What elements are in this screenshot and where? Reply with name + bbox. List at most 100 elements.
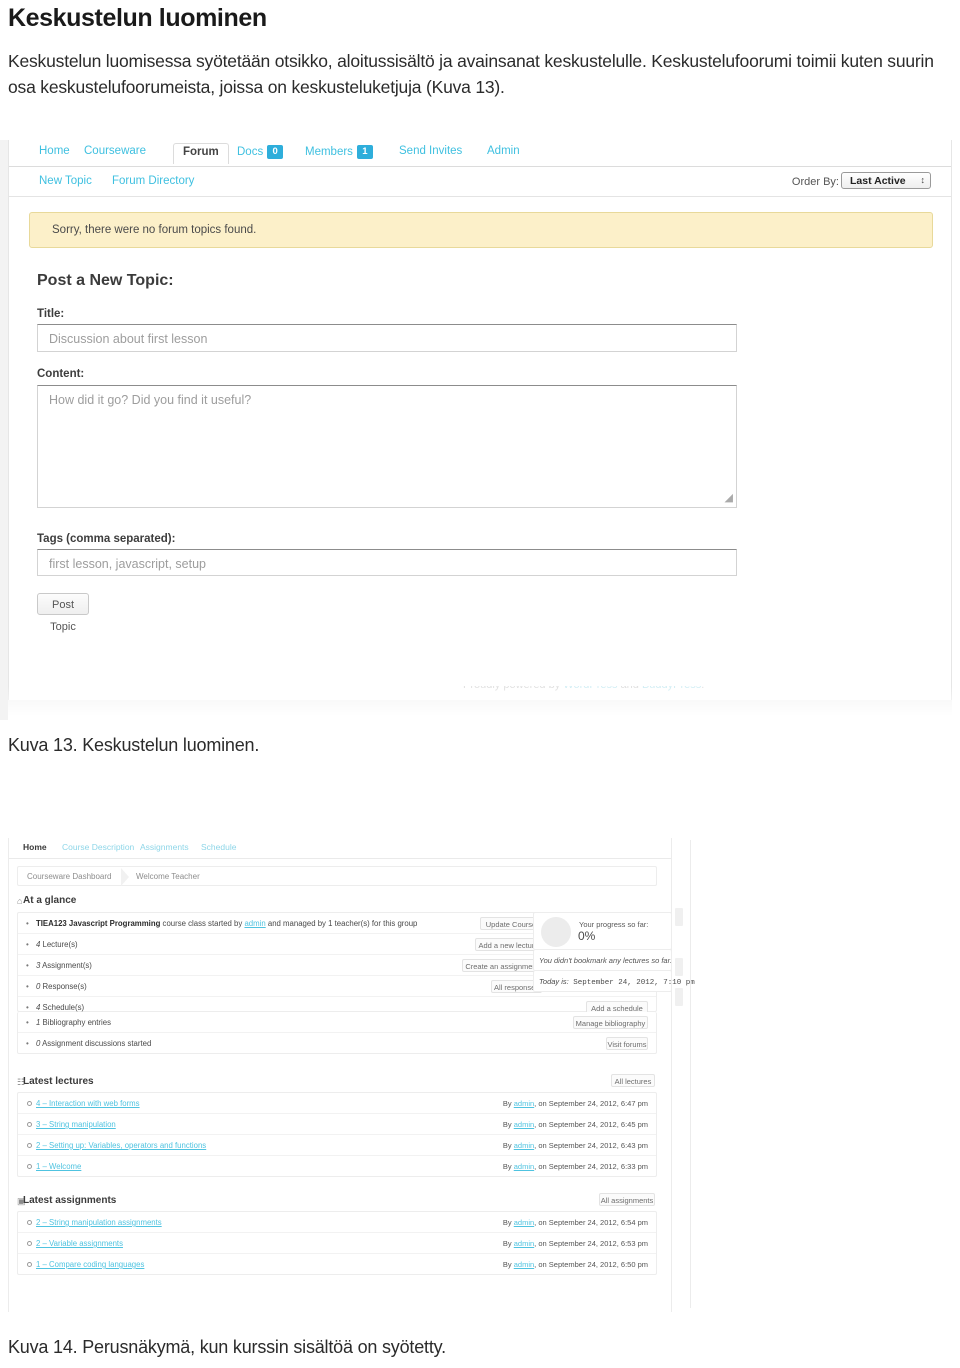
today-label: Today is:: [539, 977, 569, 986]
add-new-lecture-button[interactable]: Add a new lecture: [475, 938, 542, 951]
footer-prefix: Proudly powered by: [463, 686, 563, 691]
lecture-link[interactable]: 3 – String manipulation: [36, 1120, 116, 1129]
tab-course-description[interactable]: Course Description: [62, 842, 134, 852]
tab-members[interactable]: Members 1: [305, 145, 373, 159]
tab-send-invites[interactable]: Send Invites: [399, 145, 462, 157]
author-link[interactable]: admin: [514, 1162, 534, 1171]
tags-field-label: Tags (comma separated):: [37, 533, 176, 545]
post-topic-button[interactable]: Post Topic: [37, 593, 89, 633]
bullet-icon: •: [26, 1039, 29, 1048]
clipped-widget-stub: [675, 908, 683, 926]
resize-handle-icon[interactable]: ◢: [725, 491, 733, 504]
order-by-select[interactable]: Last Active: [841, 172, 931, 189]
order-by-label: Order By:: [791, 176, 839, 188]
lecture-link[interactable]: 2 – Setting up: Variables, operators and…: [36, 1141, 206, 1150]
author-link[interactable]: admin: [514, 1120, 534, 1129]
buddypress-link[interactable]: BuddyPress: [642, 686, 701, 691]
assignment-meta: By admin, on September 24, 2012, 6:54 pm: [502, 1218, 648, 1227]
progress-ring-icon: [541, 917, 571, 947]
tab-schedule[interactable]: Schedule: [201, 842, 236, 852]
glance-row-responses-text: 0 Response(s): [36, 982, 87, 991]
assignment-link[interactable]: 2 – Variable assignments: [36, 1239, 123, 1248]
footer-suffix: .: [701, 686, 704, 691]
lecture-meta: By admin, on September 24, 2012, 6:45 pm: [502, 1120, 648, 1129]
circle-bullet-icon: [27, 1122, 32, 1127]
bullet-icon: •: [26, 961, 29, 970]
breadcrumb-separator-icon: [121, 868, 129, 886]
create-assignment-button[interactable]: Create an assignment: [462, 959, 542, 972]
tab-docs[interactable]: Docs 0: [237, 145, 284, 159]
assignment-meta: By admin, on September 24, 2012, 6:53 pm: [502, 1239, 648, 1248]
author-link[interactable]: admin: [514, 1099, 534, 1108]
list-item[interactable]: 2 – Variable assignments By admin, on Se…: [18, 1233, 656, 1254]
tags-input-placeholder: first lesson, javascript, setup: [49, 557, 207, 571]
list-item[interactable]: 2 – Setting up: Variables, operators and…: [18, 1135, 656, 1156]
docs-count-badge: 0: [267, 145, 284, 159]
figure-13-forum-screenshot: Home Courseware Forum Docs 0 Members 1 Sen…: [0, 140, 952, 720]
tab-home[interactable]: Home: [39, 145, 70, 157]
members-count-badge: 1: [356, 145, 373, 159]
powered-by-footer: Proudly powered by WordPress and BuddyPr…: [463, 686, 704, 691]
today-date-panel: Today is: September 24, 2012, 7:10 pm: [533, 971, 695, 992]
list-item[interactable]: 1 – Compare coding languages By admin, o…: [18, 1254, 656, 1275]
bullet-icon: •: [26, 919, 29, 928]
breadcrumb: Courseware Dashboard Welcome Teacher: [17, 866, 657, 886]
page-right-edge: [690, 840, 691, 1308]
lecture-link[interactable]: 4 – Interaction with web forms: [36, 1099, 140, 1108]
clipped-widget-stub: [675, 988, 683, 1006]
figure-14-dashboard-screenshot: Home Course Description Assignments Sche…: [0, 830, 700, 1320]
progress-value: 0%: [578, 929, 596, 943]
list-item[interactable]: 1 – Welcome By admin, on September 24, 2…: [18, 1156, 656, 1177]
tags-input[interactable]: first lesson, javascript, setup: [37, 549, 737, 576]
chevron-updown-icon[interactable]: ↕: [921, 172, 926, 189]
tab-courseware[interactable]: Courseware: [84, 145, 146, 157]
breadcrumb-item-dashboard[interactable]: Courseware Dashboard: [27, 872, 112, 881]
tab-home[interactable]: Home: [23, 842, 47, 852]
author-link[interactable]: admin: [514, 1218, 534, 1227]
course-author-link[interactable]: admin: [244, 919, 265, 928]
subnav-new-topic[interactable]: New Topic: [39, 175, 92, 187]
content-field-label: Content:: [37, 368, 85, 380]
title-input[interactable]: Discussion about first lesson: [37, 324, 737, 352]
lecture-link[interactable]: 1 – Welcome: [36, 1162, 81, 1171]
circle-bullet-icon: [27, 1101, 32, 1106]
progress-panel: Your progress so far: 0%: [533, 912, 672, 950]
assignment-link[interactable]: 1 – Compare coding languages: [36, 1260, 144, 1269]
body-paragraph: Keskustelun luomisessa syötetään otsikko…: [8, 51, 934, 97]
author-link[interactable]: admin: [514, 1141, 534, 1150]
figure-14-caption: Kuva 14. Perusnäkymä, kun kurssin sisält…: [8, 1337, 446, 1357]
list-item[interactable]: 2 – String manipulation assignments By a…: [18, 1212, 656, 1233]
progress-label: Your progress so far:: [579, 920, 649, 929]
bullet-icon: •: [26, 1018, 29, 1027]
visit-forums-button[interactable]: Visit forums: [606, 1037, 648, 1050]
author-link[interactable]: admin: [514, 1260, 534, 1269]
wordpress-link[interactable]: WordPress: [563, 686, 617, 691]
tab-forum[interactable]: Forum: [173, 143, 229, 164]
all-lectures-button[interactable]: All lectures: [611, 1074, 655, 1087]
glance-row-discussions-text: 0 Assignment discussions started: [36, 1039, 152, 1048]
forum-primary-nav: Home Courseware Forum Docs 0 Members 1 Sen…: [9, 140, 951, 167]
circle-bullet-icon: [27, 1220, 32, 1225]
all-assignments-button[interactable]: All assignments: [599, 1193, 655, 1206]
list-item[interactable]: 4 – Interaction with web forms By admin,…: [18, 1093, 656, 1114]
author-link[interactable]: admin: [514, 1239, 534, 1248]
content-textarea[interactable]: How did it go? Did you find it useful? ◢: [37, 385, 737, 508]
at-a-glance-panel-continued: • 1 Bibliography entries Manage bibliogr…: [17, 1012, 657, 1054]
forum-page-frame: Home Courseware Forum Docs 0 Members 1 Sen…: [8, 140, 952, 700]
assignment-link[interactable]: 2 – String manipulation assignments: [36, 1218, 162, 1227]
glance-row-bibliography-text: 1 Bibliography entries: [36, 1018, 111, 1027]
bookmark-note-panel: You didn't bookmark any lectures so far.: [533, 950, 672, 971]
list-item[interactable]: 3 – String manipulation By admin, on Sep…: [18, 1114, 656, 1135]
circle-bullet-icon: [27, 1164, 32, 1169]
glance-row-course-text: TIEA123 Javascript Programming course cl…: [36, 919, 417, 928]
tab-assignments[interactable]: Assignments: [140, 842, 189, 852]
dashboard-primary-nav: Home Course Description Assignments Sche…: [9, 838, 671, 859]
glance-row-bibliography: • 1 Bibliography entries Manage bibliogr…: [18, 1012, 656, 1033]
glance-row-lectures-text: 4 Lecture(s): [36, 940, 78, 949]
today-date: Today is: September 24, 2012, 7:10 pm: [539, 977, 695, 987]
post-new-topic-heading: Post a New Topic:: [37, 272, 174, 289]
dashboard-page-frame: Home Course Description Assignments Sche…: [8, 838, 695, 1312]
manage-bibliography-button[interactable]: Manage bibliography: [573, 1016, 648, 1029]
tab-admin[interactable]: Admin: [487, 145, 520, 157]
subnav-forum-directory[interactable]: Forum Directory: [112, 175, 194, 187]
